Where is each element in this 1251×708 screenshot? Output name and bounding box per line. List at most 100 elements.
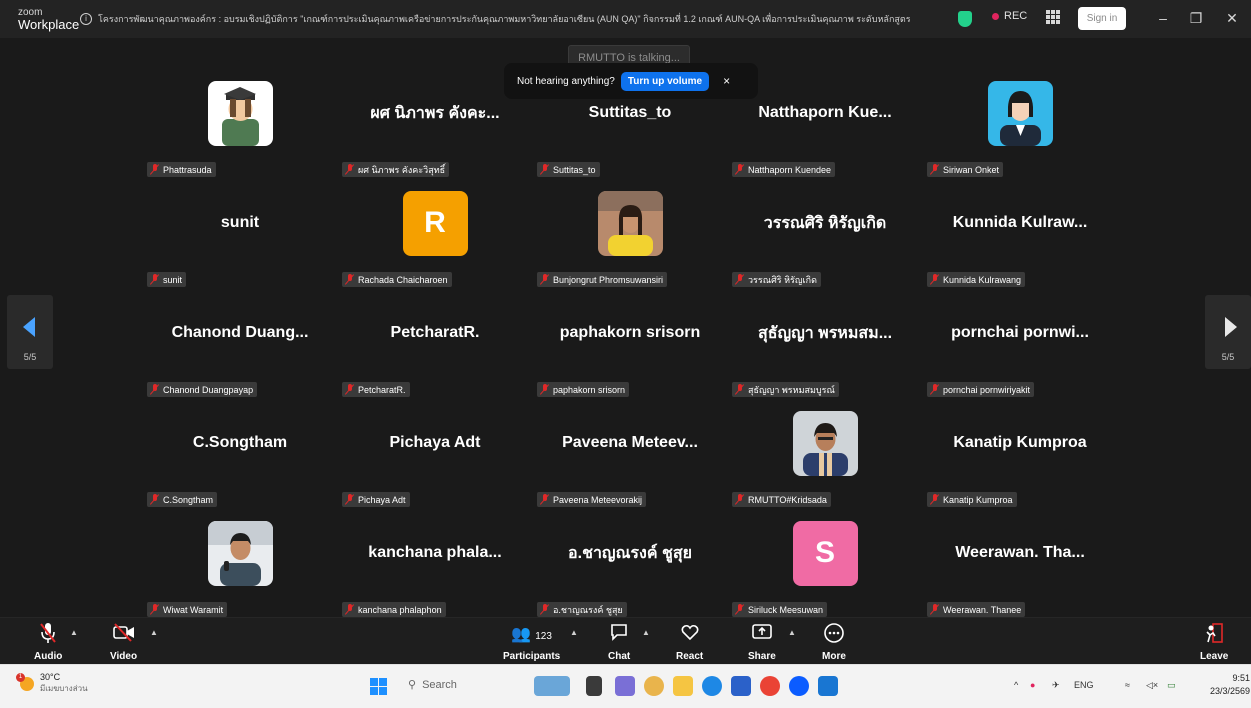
participant-tile[interactable]: pornchai pornwi... pornchai pornwiriyaki… xyxy=(922,290,1118,400)
language-indicator[interactable]: ENG xyxy=(1074,680,1094,690)
participant-tile[interactable]: Paveena Meteev... Paveena Meteevorakij xyxy=(532,400,728,510)
share-options-caret-icon[interactable]: ▲ xyxy=(788,628,796,637)
participant-tile[interactable]: Wiwat Waramit xyxy=(142,510,338,620)
battery-icon[interactable]: ▭ xyxy=(1167,680,1176,691)
minimize-button[interactable]: – xyxy=(1155,9,1171,27)
close-window-button[interactable]: ✕ xyxy=(1224,9,1240,27)
participant-tile[interactable]: R Rachada Chaicharoen xyxy=(337,180,533,290)
participant-tile[interactable]: อ.ชาญณรงค์ ชูสุย อ.ชาญณรงค์ ชูสุย xyxy=(532,510,728,620)
participant-tile[interactable]: Pichaya Adt Pichaya Adt xyxy=(337,400,533,510)
zoom-app-icon[interactable] xyxy=(789,676,809,696)
participant-name: kanchana phalaphon xyxy=(358,604,442,615)
volume-icon[interactable]: ◁× xyxy=(1146,680,1158,691)
participant-display-name: PetcharatR. xyxy=(390,324,480,341)
windows-start-icon[interactable] xyxy=(370,678,387,695)
video-button[interactable]: Video xyxy=(110,622,137,662)
participant-tile[interactable]: Natthaporn Kue... Natthaporn Kuendee xyxy=(727,70,923,180)
audio-options-caret-icon[interactable]: ▲ xyxy=(70,628,78,637)
participant-tile[interactable]: paphakorn srisorn paphakorn srisorn xyxy=(532,290,728,400)
participant-tile[interactable]: kanchana phala... kanchana phalaphon xyxy=(337,510,533,620)
mic-muted-icon xyxy=(39,622,57,646)
arrow-right-icon xyxy=(1225,317,1237,337)
participant-tile[interactable]: RMUTTO#Kridsada xyxy=(727,400,923,510)
heart-icon xyxy=(680,622,700,646)
leave-button[interactable]: Leave xyxy=(1200,622,1228,662)
mic-muted-icon xyxy=(345,494,355,505)
participant-tile[interactable]: Chanond Duang... Chanond Duangpayap xyxy=(142,290,338,400)
mic-muted-icon xyxy=(540,494,550,505)
mic-muted-icon xyxy=(150,494,160,505)
taskbar-clock[interactable]: 9:51 23/3/2569 xyxy=(1210,672,1250,698)
participant-tile[interactable]: ผศ นิภาพร คังคะ... ผศ นิภาพร คังคะวิสุทธ… xyxy=(337,70,533,180)
participant-display-name: Suttitas_to xyxy=(588,104,672,121)
participants-options-caret-icon[interactable]: ▲ xyxy=(570,628,578,637)
mic-muted-icon xyxy=(735,604,745,615)
video-options-caret-icon[interactable]: ▲ xyxy=(150,628,158,637)
sign-in-button[interactable]: Sign in xyxy=(1078,7,1126,30)
participant-name: Natthaporn Kuendee xyxy=(748,164,832,175)
file-explorer-icon[interactable] xyxy=(673,676,693,696)
app-icon[interactable] xyxy=(818,676,838,696)
view-grid-icon[interactable] xyxy=(1046,10,1060,24)
next-page-button[interactable]: 5/5 xyxy=(1205,295,1251,369)
more-button[interactable]: More xyxy=(822,622,846,662)
app-icon[interactable] xyxy=(586,676,602,696)
participant-display-name: Weerawan. Tha... xyxy=(955,544,1085,561)
prev-page-button[interactable]: 5/5 xyxy=(7,295,53,369)
app-icon[interactable] xyxy=(731,676,751,696)
participant-tile[interactable]: Bunjongrut Phromsuwansiri xyxy=(532,180,728,290)
participant-display-name: สุธัญญา พรหมสม... xyxy=(757,324,893,342)
mic-muted-icon xyxy=(930,274,940,285)
tray-location-icon[interactable]: ✈ xyxy=(1052,680,1060,691)
search-placeholder: Search xyxy=(422,678,457,691)
participant-tile[interactable]: S Siriluck Meesuwan xyxy=(727,510,923,620)
participant-name: สุธัญญา พรหมสมบูรณ์ xyxy=(748,384,835,395)
mic-muted-icon xyxy=(735,494,745,505)
chrome-icon[interactable] xyxy=(760,676,780,696)
share-button[interactable]: Share xyxy=(748,622,776,662)
teams-icon[interactable] xyxy=(615,676,635,696)
rec-indicator[interactable]: REC xyxy=(992,10,1027,22)
chat-label: Chat xyxy=(608,651,631,662)
participant-tile[interactable]: สุธัญญา พรหมสม... สุธัญญา พรหมสมบูรณ์ xyxy=(727,290,923,400)
participant-tile[interactable]: sunit sunit xyxy=(142,180,338,290)
zoom-logo: zoom Workplace xyxy=(18,6,80,32)
participant-tile[interactable]: C.Songtham C.Songtham xyxy=(142,400,338,510)
taskbar-search[interactable]: ⚲ Search xyxy=(408,678,457,692)
weather-temp: 30°C xyxy=(40,672,61,682)
participant-tile[interactable]: Siriwan Onket xyxy=(922,70,1118,180)
participant-tile[interactable]: PetcharatR. PetcharatR. xyxy=(337,290,533,400)
photos-icon[interactable] xyxy=(644,676,664,696)
tray-chevron-icon[interactable]: ^ xyxy=(1014,680,1018,690)
mic-muted-icon xyxy=(540,384,550,395)
tray-notification-icon[interactable]: ● xyxy=(1030,680,1035,690)
participant-tile[interactable]: Phattrasuda xyxy=(142,70,338,180)
audio-button[interactable]: Audio xyxy=(34,622,62,662)
participant-tile[interactable]: Suttitas_to Suttitas_to xyxy=(532,70,728,180)
participant-display-name: อ.ชาญณรงค์ ชูสุย xyxy=(568,544,692,562)
participant-tile[interactable]: Kunnida Kulraw... Kunnida Kulrawang xyxy=(922,180,1118,290)
restore-button[interactable]: ❐ xyxy=(1188,9,1204,27)
wifi-icon[interactable]: ≈ xyxy=(1125,680,1130,690)
chat-options-caret-icon[interactable]: ▲ xyxy=(642,628,650,637)
participants-button[interactable]: 👥 123 Participants xyxy=(503,622,560,662)
participant-tile[interactable]: วรรณศิริ หิรัญเกิด วรรณศิริ หิรัญเกิด xyxy=(727,180,923,290)
mic-muted-icon xyxy=(735,274,745,285)
react-button[interactable]: React xyxy=(676,622,703,662)
participant-tile[interactable]: Weerawan. Tha... Weerawan. Thanee xyxy=(922,510,1118,620)
participant-display-name: kanchana phala... xyxy=(368,544,502,561)
participants-label: Participants xyxy=(503,651,561,662)
meeting-title[interactable]: i โครงการพัฒนาคุณภาพองค์กร : อบรมเชิงปฏิ… xyxy=(80,12,910,26)
chat-button[interactable]: Chat xyxy=(608,622,630,662)
shield-icon[interactable] xyxy=(958,11,972,27)
info-icon[interactable]: i xyxy=(80,13,92,25)
widgets-app-icon[interactable] xyxy=(534,676,570,696)
participants-icon: 👥 123 xyxy=(511,626,552,643)
participants-count: 123 xyxy=(535,631,552,642)
participant-tile[interactable]: Kanatip Kumproa Kanatip Kumproa xyxy=(922,400,1118,510)
participant-display-name: ผศ นิภาพร คังคะ... xyxy=(370,104,500,122)
edge-icon[interactable] xyxy=(702,676,722,696)
weather-widget[interactable]: 30°C มีเมฆบางส่วน xyxy=(16,672,88,695)
participant-display-name: Natthaporn Kue... xyxy=(758,104,892,121)
avatar xyxy=(987,80,1053,146)
